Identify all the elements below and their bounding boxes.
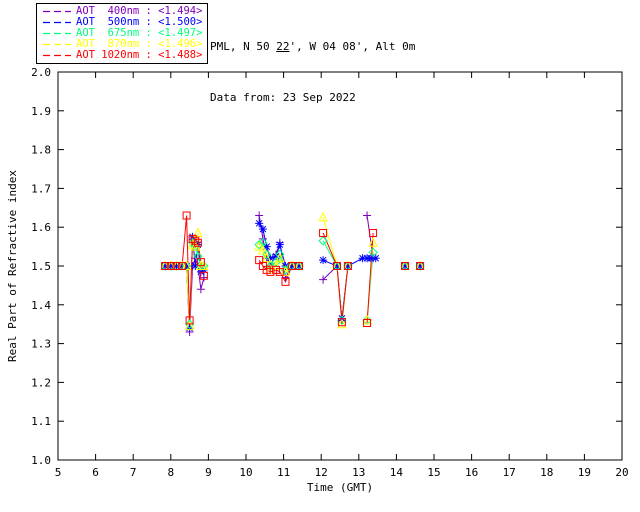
svg-text:1.8: 1.8 [31, 144, 51, 157]
svg-text:10: 10 [239, 466, 252, 479]
svg-text:Real Part of Refractive index: Real Part of Refractive index [6, 170, 19, 362]
legend-line-sample [43, 10, 71, 13]
svg-text:19: 19 [578, 466, 591, 479]
svg-text:6: 6 [92, 466, 99, 479]
svg-text:9: 9 [205, 466, 212, 479]
svg-text:18: 18 [540, 466, 553, 479]
svg-text:1.4: 1.4 [31, 299, 51, 312]
svg-text:16: 16 [465, 466, 478, 479]
legend-line-sample [43, 54, 71, 57]
svg-text:17: 17 [503, 466, 516, 479]
svg-text:2.0: 2.0 [31, 66, 51, 79]
svg-text:Time (GMT): Time (GMT) [307, 481, 373, 494]
svg-text:8: 8 [167, 466, 174, 479]
chart-canvas: 5 6 7 8 9 10 11 12 13 14 15 16 17 18 19 20 1.0 1.1 1.2 1.3 1… [0, 0, 640, 512]
svg-text:14: 14 [390, 466, 404, 479]
legend-line-sample [43, 21, 71, 24]
svg-text:13: 13 [352, 466, 365, 479]
chart-header: PML, N 50 22', W 04 08', Alt 0m Data fro… [210, 4, 415, 140]
station-title-lat-min: 22 [276, 40, 290, 53]
svg-text:1.3: 1.3 [31, 338, 51, 351]
svg-text:7: 7 [130, 466, 137, 479]
legend-line-sample [43, 32, 71, 35]
legend-label: AOT 1020nm : <1.488> [76, 49, 203, 61]
svg-text:1.5: 1.5 [31, 260, 51, 273]
svg-text:1.0: 1.0 [31, 454, 51, 467]
svg-text:1.6: 1.6 [31, 221, 51, 234]
svg-text:1.1: 1.1 [31, 415, 51, 428]
svg-text:12: 12 [315, 466, 328, 479]
svg-text:11: 11 [277, 466, 290, 479]
svg-text:15: 15 [427, 466, 440, 479]
legend-item-1020nm: AOT 1020nm : <1.488> [42, 50, 202, 61]
station-title-suffix: ', W 04 08', Alt 0m [289, 40, 416, 53]
svg-text:1.9: 1.9 [31, 105, 51, 118]
svg-text:1.2: 1.2 [31, 376, 51, 389]
svg-text:1.7: 1.7 [31, 182, 51, 195]
legend: AOT 400nm : <1.494> AOT 500nm : <1.500> … [36, 3, 209, 64]
station-title: PML, N 50 22', W 04 08', Alt 0m [210, 38, 415, 55]
date-subtitle: Data from: 23 Sep 2022 [210, 91, 356, 104]
svg-text:20: 20 [615, 466, 628, 479]
station-title-prefix: PML, N 50 [210, 40, 277, 53]
legend-line-sample [43, 43, 71, 46]
svg-text:5: 5 [55, 466, 62, 479]
